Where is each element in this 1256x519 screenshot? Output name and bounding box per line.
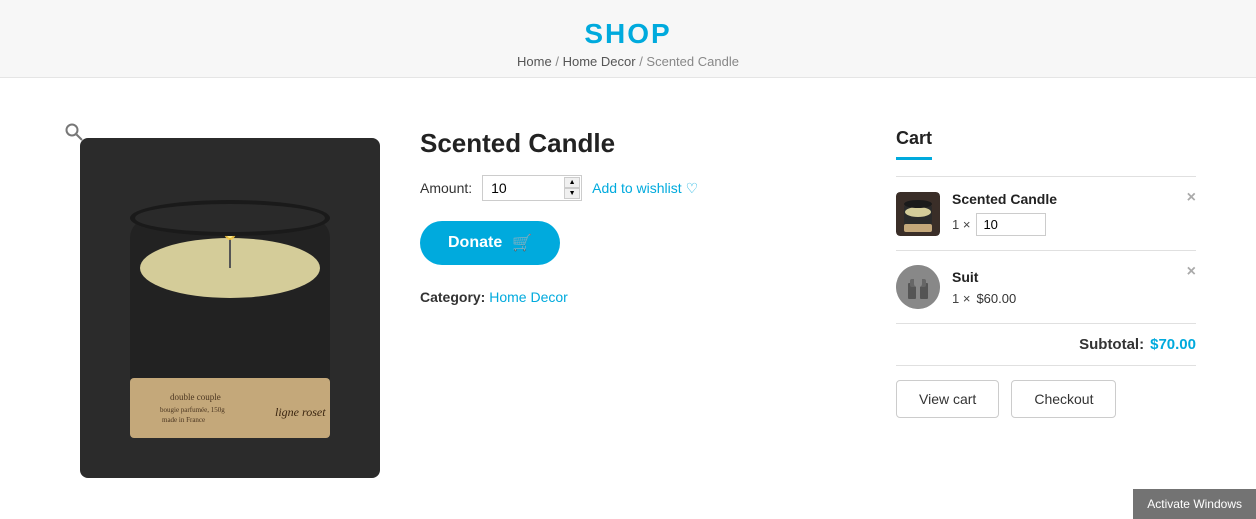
spinner-up[interactable]: ▲ bbox=[564, 177, 580, 188]
cart-title: Cart bbox=[896, 128, 932, 160]
suit-price: $60.00 bbox=[976, 291, 1016, 306]
subtotal-label: Subtotal: bbox=[1079, 336, 1144, 353]
heart-icon: ♡ bbox=[686, 180, 699, 197]
shop-header: SHOP Home / Home Decor / Scented Candle bbox=[0, 0, 1256, 78]
cart-item-suit-info: Suit 1 × $60.00 bbox=[952, 269, 1196, 306]
category-row: Category: Home Decor bbox=[420, 289, 856, 305]
remove-item-candle-button[interactable]: × bbox=[1187, 189, 1196, 207]
wishlist-label: Add to wishlist bbox=[592, 180, 681, 196]
category-label: Category: bbox=[420, 289, 485, 305]
cart-item-thumb-candle bbox=[896, 192, 940, 236]
donate-button[interactable]: Donate 🛒 bbox=[420, 221, 560, 265]
breadcrumb: Home / Home Decor / Scented Candle bbox=[0, 54, 1256, 69]
view-cart-button[interactable]: View cart bbox=[896, 380, 999, 418]
wishlist-link[interactable]: Add to wishlist ♡ bbox=[592, 180, 698, 197]
main-content: double couple bougie parfumée, 150g made… bbox=[0, 78, 1256, 518]
product-section: double couple bougie parfumée, 150g made… bbox=[60, 118, 856, 478]
donate-label: Donate bbox=[448, 234, 502, 252]
product-details: Scented Candle Amount: ▲ ▼ Add to wishli… bbox=[420, 118, 856, 305]
remove-item-suit-button[interactable]: × bbox=[1187, 263, 1196, 281]
cart-item-qty: 1 × bbox=[952, 213, 1196, 236]
suit-qty-prefix: 1 × bbox=[952, 291, 970, 306]
spinner-down[interactable]: ▼ bbox=[564, 188, 580, 199]
cart-item-name: Scented Candle bbox=[952, 191, 1196, 207]
amount-row: Amount: ▲ ▼ Add to wishlist ♡ bbox=[420, 175, 856, 201]
product-name: Scented Candle bbox=[420, 128, 856, 159]
cart-item-suit-name: Suit bbox=[952, 269, 1196, 285]
cart-item: Suit 1 × $60.00 × bbox=[896, 251, 1196, 324]
product-image: double couple bougie parfumée, 150g made… bbox=[80, 138, 380, 478]
cart-icon: 🛒 bbox=[512, 233, 532, 253]
cart-actions: View cart Checkout bbox=[896, 380, 1196, 418]
amount-label: Amount: bbox=[420, 180, 472, 196]
breadcrumb-sep1: / bbox=[555, 54, 562, 69]
product-image-wrapper: double couple bougie parfumée, 150g made… bbox=[60, 118, 380, 478]
svg-text:made in France: made in France bbox=[162, 416, 205, 424]
amount-spinner: ▲ ▼ bbox=[564, 177, 580, 199]
subtotal-amount: $70.00 bbox=[1150, 336, 1196, 353]
subtotal-row: Subtotal: $70.00 bbox=[896, 324, 1196, 366]
breadcrumb-current: Scented Candle bbox=[646, 54, 739, 69]
checkout-button[interactable]: Checkout bbox=[1011, 380, 1116, 418]
candle-thumbnail bbox=[896, 192, 940, 236]
svg-text:double couple: double couple bbox=[170, 392, 221, 402]
shop-title: SHOP bbox=[0, 18, 1256, 50]
cart-item-price-input[interactable] bbox=[976, 213, 1046, 236]
category-link[interactable]: Home Decor bbox=[489, 289, 568, 305]
svg-text:ligne roset: ligne roset bbox=[275, 405, 326, 419]
amount-input-wrapper: ▲ ▼ bbox=[482, 175, 582, 201]
cart-items: Scented Candle 1 × × bbox=[896, 176, 1196, 324]
cart-item-info: Scented Candle 1 × bbox=[952, 191, 1196, 236]
cart-sidebar: Cart Scented Candle bbox=[896, 118, 1196, 418]
cart-item-suit-qty: 1 × $60.00 bbox=[952, 291, 1196, 306]
breadcrumb-home[interactable]: Home bbox=[517, 54, 552, 69]
cart-item-thumb-suit bbox=[896, 265, 940, 309]
cart-item: Scented Candle 1 × × bbox=[896, 177, 1196, 251]
svg-text:bougie parfumée, 150g: bougie parfumée, 150g bbox=[160, 406, 225, 414]
suit-thumbnail bbox=[896, 265, 940, 309]
breadcrumb-section[interactable]: Home Decor bbox=[563, 54, 636, 69]
cart-item-qty-prefix: 1 × bbox=[952, 217, 970, 232]
